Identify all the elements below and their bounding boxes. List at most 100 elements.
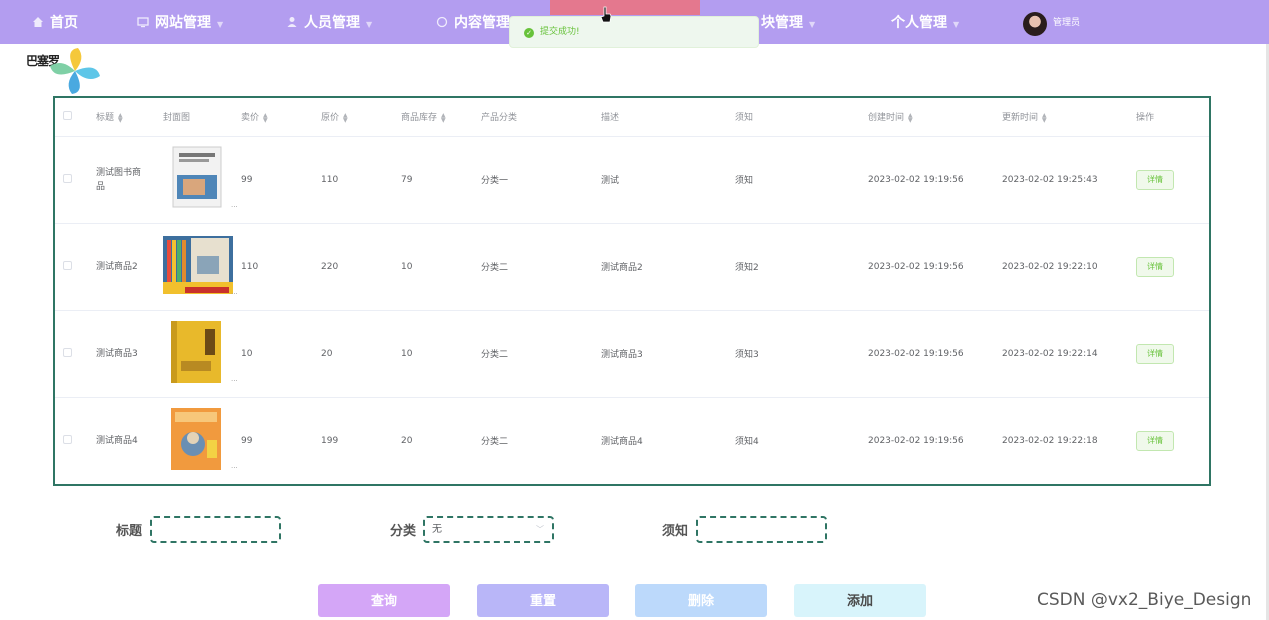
delete-button[interactable]: 删除 bbox=[635, 584, 767, 617]
nav-item-block-manage-label: 块管理 bbox=[761, 15, 803, 31]
cover-image[interactable]: ... bbox=[163, 319, 241, 389]
query-button[interactable]: 查询 bbox=[318, 584, 450, 617]
cover-image[interactable]: ... bbox=[163, 145, 241, 215]
row-checkbox[interactable] bbox=[63, 347, 72, 357]
cover-image[interactable]: ... bbox=[163, 232, 241, 302]
category-filter-label: 分类 bbox=[390, 524, 417, 539]
cell-notice: 须知2 bbox=[735, 223, 868, 311]
cell-created: 2023-02-02 19:19:56 bbox=[868, 223, 1002, 311]
cover-ellipsis: ... bbox=[231, 461, 238, 470]
sort-icon[interactable]: ▲ ▼ bbox=[118, 112, 123, 123]
cell-title: 测试图书商品 bbox=[96, 136, 163, 224]
column-header-updated[interactable]: 更新时间 ▲ ▼ bbox=[1002, 98, 1136, 137]
row-checkbox[interactable] bbox=[63, 173, 72, 183]
cell-desc: 测试 bbox=[601, 136, 735, 224]
cell-category: 分类二 bbox=[481, 437, 509, 448]
nav-item-home[interactable]: 首页 bbox=[32, 0, 78, 44]
column-header-orig-price[interactable]: 原价 ▲ ▼ bbox=[321, 98, 401, 137]
cover-ellipsis: ... bbox=[231, 374, 238, 383]
sort-icon[interactable]: ▲ ▼ bbox=[1042, 112, 1047, 123]
cover-image[interactable]: ... bbox=[163, 406, 241, 476]
sort-icon[interactable]: ▲ ▼ bbox=[908, 112, 913, 123]
nav-item-content-manage[interactable]: 内容管理 bbox=[436, 0, 510, 44]
book-cover-thumbnail bbox=[172, 146, 222, 207]
column-header-category: 产品分类 bbox=[481, 98, 601, 137]
cell-updated: 2023-02-02 19:22:10 bbox=[1002, 223, 1136, 311]
active-nav-highlight bbox=[550, 0, 700, 15]
nav-item-people-manage[interactable]: 人员管理 ▼ bbox=[286, 0, 372, 44]
cell-created: 2023-02-02 19:19:56 bbox=[868, 310, 1002, 398]
cover-ellipsis: ... bbox=[231, 200, 238, 209]
column-header-title[interactable]: 标题 ▲ ▼ bbox=[96, 98, 163, 137]
detail-button[interactable]: 详情 bbox=[1136, 430, 1174, 451]
cell-stock: 79 bbox=[401, 136, 481, 224]
detail-button[interactable]: 详情 bbox=[1136, 256, 1174, 277]
column-header-notice: 须知 bbox=[735, 98, 868, 137]
add-button[interactable]: 添加 bbox=[794, 584, 926, 617]
nav-item-block-manage[interactable]: 块管理 ▼ bbox=[761, 0, 815, 44]
column-header-cover: 封面图 bbox=[163, 98, 241, 137]
sort-icon[interactable]: ▲ ▼ bbox=[441, 112, 446, 123]
cell-updated: 2023-02-02 19:22:14 bbox=[1002, 310, 1136, 398]
toast-message: 提交成功! bbox=[540, 27, 580, 37]
chevron-down-icon: ﹀ bbox=[536, 525, 544, 534]
nav-item-site-manage[interactable]: 网站管理 ▼ bbox=[137, 0, 223, 44]
cell-updated: 2023-02-02 19:22:18 bbox=[1002, 435, 1098, 446]
cell-title: 测试商品2 bbox=[96, 223, 163, 311]
cell-orig-price: 110 bbox=[321, 136, 401, 224]
cell-created: 2023-02-02 19:19:56 bbox=[868, 435, 964, 446]
book-cover-thumbnail bbox=[171, 407, 221, 470]
user-icon bbox=[287, 17, 297, 27]
username-label[interactable]: 管理员 bbox=[1053, 0, 1080, 46]
cell-category: 分类二 bbox=[481, 310, 601, 398]
cell-notice: 须知3 bbox=[735, 310, 868, 398]
cell-title: 测试商品4 bbox=[96, 435, 138, 446]
nav-item-home-label: 首页 bbox=[50, 15, 78, 31]
avatar[interactable] bbox=[1023, 12, 1047, 36]
success-toast: ✓ 提交成功! bbox=[509, 16, 759, 48]
select-all-checkbox[interactable] bbox=[63, 110, 72, 120]
reset-button[interactable]: 重置 bbox=[477, 584, 609, 617]
column-header-stock[interactable]: 商品库存 ▲ ▼ bbox=[401, 98, 481, 137]
cell-category: 分类二 bbox=[481, 223, 601, 311]
cell-orig-price: 20 bbox=[321, 310, 401, 398]
cell-stock: 20 bbox=[401, 435, 413, 446]
chevron-down-icon: ▼ bbox=[366, 20, 373, 29]
cell-stock: 10 bbox=[401, 310, 481, 398]
nav-item-people-manage-label: 人员管理 bbox=[304, 15, 360, 31]
sort-icon[interactable]: ▲ ▼ bbox=[343, 112, 348, 123]
cell-orig-price: 220 bbox=[321, 223, 401, 311]
notice-filter-input[interactable] bbox=[696, 516, 827, 543]
cell-desc: 测试商品2 bbox=[601, 223, 735, 311]
column-header-created[interactable]: 创建时间 ▲ ▼ bbox=[868, 98, 1002, 137]
nav-item-content-manage-label: 内容管理 bbox=[454, 15, 510, 31]
chevron-down-icon: ▼ bbox=[217, 20, 224, 29]
detail-button[interactable]: 详情 bbox=[1136, 169, 1174, 190]
sort-icon[interactable]: ▲ ▼ bbox=[263, 112, 268, 123]
notice-filter-label: 须知 bbox=[662, 524, 689, 539]
cell-updated: 2023-02-02 19:25:43 bbox=[1002, 136, 1136, 224]
cell-notice: 须知4 bbox=[735, 437, 759, 448]
cell-created: 2023-02-02 19:19:56 bbox=[868, 136, 1002, 224]
cover-ellipsis: ... bbox=[231, 287, 238, 296]
product-table: 标题 ▲ ▼ 封面图 卖价 ▲ ▼ 原价 ▲ ▼ 商品库存 ▲ ▼ 产品分类 描述 须知 创建时… bbox=[53, 96, 1211, 486]
detail-button[interactable]: 详情 bbox=[1136, 343, 1174, 364]
title-filter-label: 标题 bbox=[116, 524, 143, 539]
cell-price: 99 bbox=[241, 435, 253, 446]
title-filter-input[interactable] bbox=[150, 516, 281, 543]
book-cover-thumbnail bbox=[163, 235, 233, 294]
chevron-down-icon: ▼ bbox=[953, 20, 960, 29]
home-icon bbox=[33, 17, 43, 27]
cell-price: 110 bbox=[241, 223, 321, 311]
row-checkbox[interactable] bbox=[63, 260, 72, 270]
cell-orig-price: 199 bbox=[321, 435, 339, 446]
nav-item-personal-manage[interactable]: 个人管理 ▼ bbox=[891, 0, 959, 44]
category-select[interactable]: 无 ﹀ bbox=[423, 516, 554, 543]
cell-desc: 测试商品3 bbox=[601, 310, 735, 398]
column-header-price[interactable]: 卖价 ▲ ▼ bbox=[241, 98, 321, 137]
monitor-icon bbox=[137, 17, 149, 28]
csdn-watermark: CSDN @vx2_Biye_Design bbox=[1037, 590, 1252, 610]
cell-desc: 测试商品4 bbox=[601, 437, 643, 448]
cell-title: 测试商品3 bbox=[96, 310, 163, 398]
row-checkbox[interactable] bbox=[63, 434, 72, 444]
